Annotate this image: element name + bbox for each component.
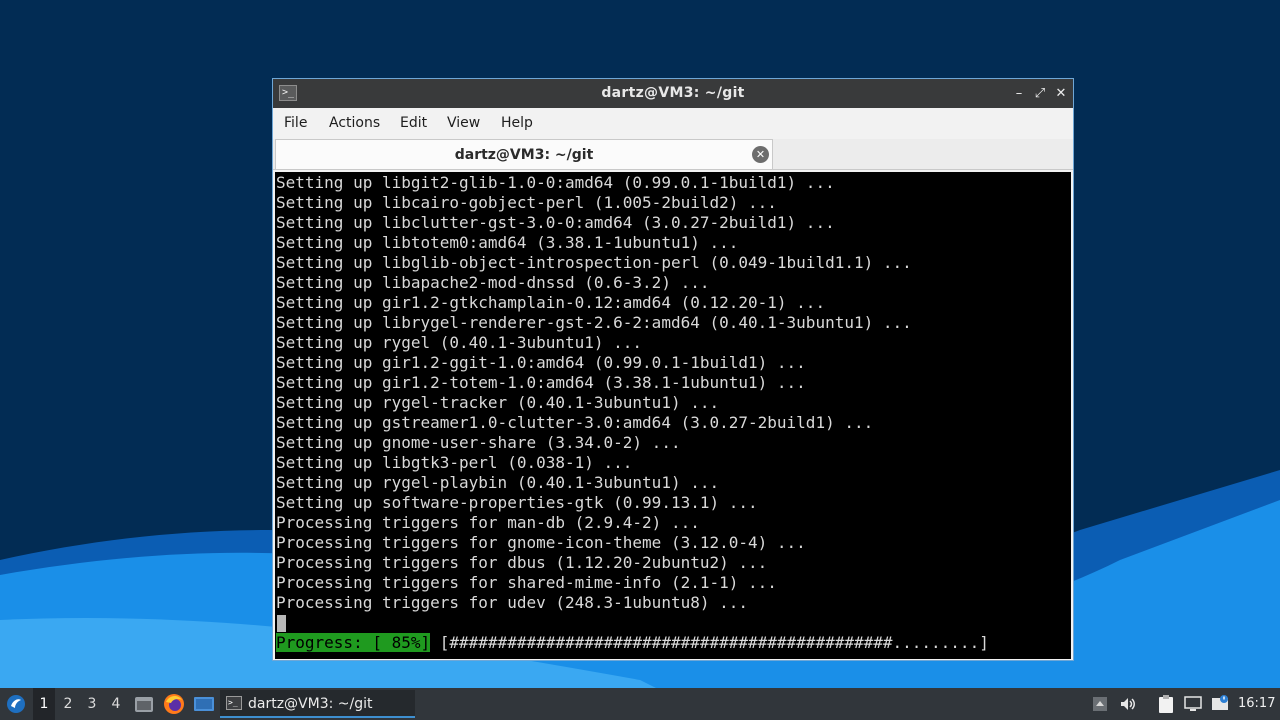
menu-actions[interactable]: Actions bbox=[329, 108, 380, 138]
terminal-line: Setting up gir1.2-totem-1.0:amd64 (3.38.… bbox=[276, 373, 806, 392]
terminal-task-icon: >_ bbox=[226, 696, 242, 710]
terminal-line: Processing triggers for shared-mime-info… bbox=[276, 573, 777, 592]
terminal-output[interactable]: Setting up libgit2-glib-1.0-0:amd64 (0.9… bbox=[275, 172, 1071, 659]
terminal-line: Setting up rygel-playbin (0.40.1-3ubuntu… bbox=[276, 473, 720, 492]
terminal-line: Setting up software-properties-gtk (0.99… bbox=[276, 493, 758, 512]
update-notifier-icon[interactable] bbox=[1210, 694, 1230, 714]
terminal-line: Setting up libgtk3-perl (0.038-1) ... bbox=[276, 453, 633, 472]
terminal-line: Processing triggers for gnome-icon-theme… bbox=[276, 533, 806, 552]
file-manager-icon[interactable] bbox=[134, 694, 154, 714]
tab-divider bbox=[273, 169, 1073, 170]
menu-help[interactable]: Help bbox=[501, 108, 533, 138]
close-button[interactable]: ✕ bbox=[1051, 79, 1071, 108]
clock[interactable]: 16:17 bbox=[1238, 688, 1275, 720]
terminal-line: Setting up gstreamer1.0-clutter-3.0:amd6… bbox=[276, 413, 874, 432]
terminal-line: Setting up gir1.2-gtkchamplain-0.12:amd6… bbox=[276, 293, 826, 312]
start-menu-icon[interactable] bbox=[6, 694, 26, 714]
terminal-lines: Setting up libgit2-glib-1.0-0:amd64 (0.9… bbox=[276, 173, 912, 613]
workspace-4[interactable]: 4 bbox=[105, 688, 127, 720]
terminal-window: >_ dartz@VM3: ~/git – ⤢ ✕ File Actions E… bbox=[272, 78, 1074, 661]
clipboard-icon[interactable] bbox=[1156, 694, 1176, 714]
minimize-button[interactable]: – bbox=[1009, 79, 1029, 108]
terminal-line: Setting up libclutter-gst-3.0-0:amd64 (3… bbox=[276, 213, 835, 232]
show-desktop-icon[interactable] bbox=[193, 694, 215, 714]
terminal-line: Setting up librygel-renderer-gst-2.6-2:a… bbox=[276, 313, 912, 332]
terminal-line: Processing triggers for udev (248.3-1ubu… bbox=[276, 593, 749, 612]
maximize-button[interactable]: ⤢ bbox=[1030, 79, 1050, 108]
workspace-1[interactable]: 1 bbox=[33, 688, 55, 720]
terminal-line: Processing triggers for dbus (1.12.20-2u… bbox=[276, 553, 768, 572]
taskbar-task-terminal[interactable]: >_ dartz@VM3: ~/git bbox=[220, 690, 415, 718]
terminal-line: Processing triggers for man-db (2.9.4-2)… bbox=[276, 513, 700, 532]
window-titlebar[interactable]: >_ dartz@VM3: ~/git – ⤢ ✕ bbox=[273, 79, 1073, 108]
window-title: dartz@VM3: ~/git bbox=[601, 85, 745, 101]
menu-view[interactable]: View bbox=[447, 108, 480, 138]
terminal-line: Setting up libapache2-mod-dnssd (0.6-3.2… bbox=[276, 273, 710, 292]
menu-file[interactable]: File bbox=[284, 108, 307, 138]
volume-icon[interactable] bbox=[1119, 695, 1137, 713]
menu-edit[interactable]: Edit bbox=[400, 108, 427, 138]
tab-close-icon[interactable]: ✕ bbox=[752, 146, 769, 163]
progress-label: Progress: [ 85%] bbox=[276, 633, 431, 652]
tab-title: dartz@VM3: ~/git bbox=[454, 147, 594, 163]
terminal-line: Setting up rygel-tracker (0.40.1-3ubuntu… bbox=[276, 393, 720, 412]
tab-bar: dartz@VM3: ~/git ✕ bbox=[273, 139, 1073, 170]
firefox-icon[interactable] bbox=[163, 693, 185, 715]
terminal-line: Setting up gir1.2-ggit-1.0:amd64 (0.99.0… bbox=[276, 353, 806, 372]
terminal-line: Setting up rygel (0.40.1-3ubuntu1) ... bbox=[276, 333, 643, 352]
tab-terminal[interactable]: dartz@VM3: ~/git ✕ bbox=[275, 139, 773, 169]
terminal-line: Setting up libtotem0:amd64 (3.38.1-1ubun… bbox=[276, 233, 739, 252]
terminal-line: Setting up gnome-user-share (3.34.0-2) .… bbox=[276, 433, 681, 452]
task-label: dartz@VM3: ~/git bbox=[248, 696, 373, 712]
terminal-line: Setting up libcairo-gobject-perl (1.005-… bbox=[276, 193, 777, 212]
network-icon[interactable] bbox=[1183, 694, 1203, 714]
menu-bar: File Actions Edit View Help bbox=[273, 108, 1073, 139]
taskbar: 1 2 3 4 >_ dartz@VM3: ~/git 16:17 bbox=[0, 688, 1280, 720]
progress-bar-text: [#######################################… bbox=[430, 633, 989, 652]
up-arrow-icon[interactable] bbox=[1092, 696, 1108, 712]
workspace-3[interactable]: 3 bbox=[81, 688, 103, 720]
progress-line: Progress: [ 85%] [######################… bbox=[276, 633, 989, 653]
terminal-line: Setting up libgit2-glib-1.0-0:amd64 (0.9… bbox=[276, 173, 835, 192]
workspace-2[interactable]: 2 bbox=[57, 688, 79, 720]
terminal-cursor bbox=[277, 615, 286, 632]
terminal-line: Setting up libglib-object-introspection-… bbox=[276, 253, 912, 272]
